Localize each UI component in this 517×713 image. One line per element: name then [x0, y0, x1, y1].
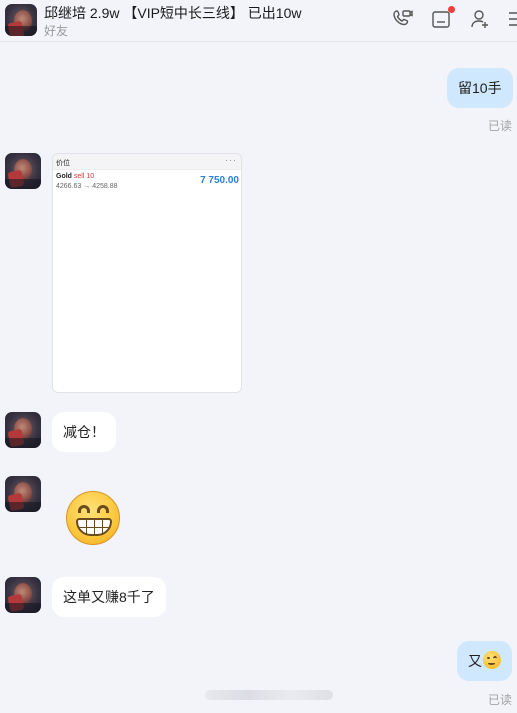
trade-amount: 7 750.00: [200, 175, 239, 186]
chat-header: 邱继培 2.9w 【VIP短中长三线】 已出10w 好友: [0, 0, 517, 42]
message-text: 留10手: [458, 80, 502, 96]
sender-avatar[interactable]: [5, 577, 41, 613]
grinning-face-icon[interactable]: [66, 491, 120, 545]
message-text: 这单又赚8千了: [63, 589, 155, 605]
card-menu-icon: ···: [225, 155, 237, 165]
smirk-emoji-icon: [483, 651, 501, 669]
card-title: 价位: [56, 160, 70, 167]
card-header: 价位 ···: [53, 154, 241, 170]
phone-video-icon[interactable]: [391, 8, 413, 30]
blurred-preview: [205, 690, 333, 700]
contact-relation: 好友: [44, 24, 69, 38]
inbox-icon[interactable]: [430, 6, 455, 30]
trade-symbol: Gold: [56, 173, 72, 180]
sender-avatar[interactable]: [5, 412, 41, 448]
message-bubble-self[interactable]: 留10手: [447, 68, 513, 108]
contact-avatar[interactable]: [5, 4, 37, 36]
notification-dot: [448, 6, 455, 13]
message-text: 又: [468, 653, 482, 669]
message-text: 减仓！: [63, 424, 105, 440]
trade-screenshot-card[interactable]: 价位 ··· Gold sell 10 4266.63 → 4258.88 7 …: [52, 153, 242, 393]
read-receipt: 已读: [488, 119, 513, 133]
message-bubble-self[interactable]: 又: [457, 641, 512, 681]
sender-avatar[interactable]: [5, 476, 41, 512]
more-icon[interactable]: [506, 8, 517, 30]
trade-prices: 4266.63 → 4258.88: [56, 183, 118, 190]
add-friend-icon[interactable]: [469, 8, 491, 30]
trade-action: sell 10: [73, 173, 95, 180]
message-bubble-other[interactable]: 这单又赚8千了: [52, 577, 166, 617]
sender-avatar[interactable]: [5, 153, 41, 189]
message-bubble-other[interactable]: 减仓！: [52, 412, 116, 452]
trade-symbol-row: Gold sell 10: [56, 173, 94, 180]
contact-name[interactable]: 邱继培 2.9w 【VIP短中长三线】 已出10w: [44, 3, 302, 23]
read-receipt: 已读: [488, 693, 513, 707]
